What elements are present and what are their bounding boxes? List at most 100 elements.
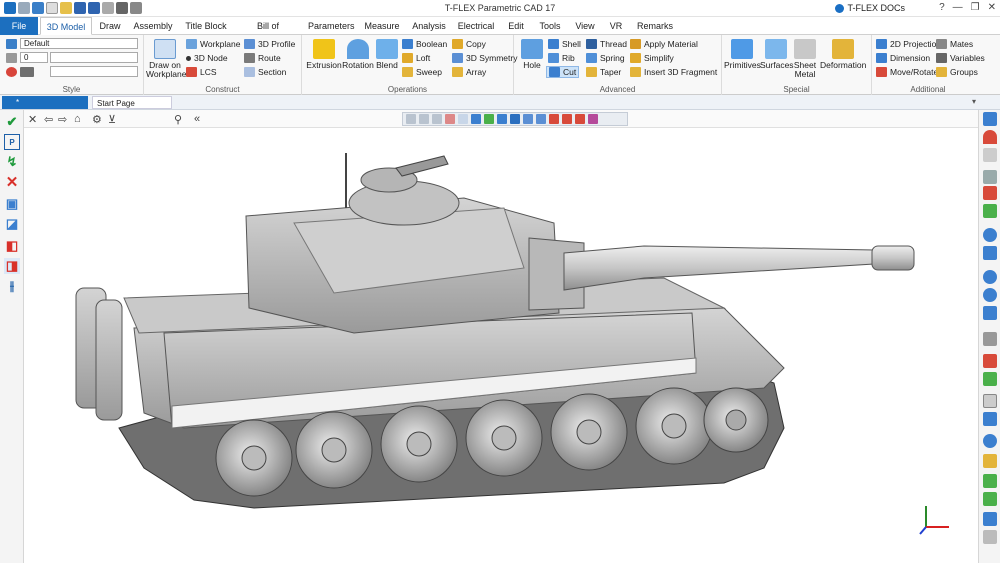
back-icon[interactable]: ⇦	[44, 113, 53, 126]
hole-button[interactable]: Hole	[518, 39, 546, 70]
filter-red2-icon[interactable]	[562, 114, 572, 124]
tab-view[interactable]: View	[574, 17, 596, 35]
3d-viewport[interactable]	[24, 128, 978, 563]
layer-select[interactable]: 0	[20, 52, 48, 63]
tab-measure[interactable]: Measure	[364, 17, 400, 35]
snap-icon[interactable]	[983, 186, 997, 200]
lcs-button[interactable]: LCS	[186, 67, 217, 77]
filter-check-icon[interactable]	[484, 114, 494, 124]
3d-profile-button[interactable]: 3D Profile	[244, 39, 295, 49]
thread-button[interactable]: Thread	[586, 39, 627, 49]
zoom-icon[interactable]	[983, 228, 997, 242]
style-select[interactable]: Default	[20, 38, 138, 49]
tab-bill-of-materials[interactable]: Bill of Materials	[238, 17, 298, 49]
grid-icon[interactable]	[983, 148, 997, 162]
extrusion-button[interactable]: Extrusion	[306, 39, 342, 70]
close-icon[interactable]: ✕	[28, 113, 37, 126]
maximize-button[interactable]: ❐	[971, 2, 980, 13]
level-select[interactable]	[50, 52, 138, 63]
3d-symmetry-button[interactable]: 3D Symmetry	[452, 53, 517, 63]
section-view-icon[interactable]	[983, 354, 997, 368]
spring-button[interactable]: Spring	[586, 53, 625, 63]
blend-button[interactable]: Blend	[374, 39, 400, 70]
tab-assembly[interactable]: Assembly	[132, 17, 174, 35]
zoom-in-icon[interactable]	[983, 288, 997, 302]
route-button[interactable]: Route	[244, 53, 281, 63]
draw-on-workplane-button[interactable]: Draw on Workplane	[146, 39, 186, 79]
select-profile-icon[interactable]: ▣	[4, 196, 20, 212]
filter-red1-icon[interactable]	[549, 114, 559, 124]
minimize-button[interactable]: —	[953, 2, 963, 13]
zoom-all-icon[interactable]	[983, 270, 997, 284]
array-button[interactable]: Array	[452, 67, 486, 77]
zoom-window-icon[interactable]	[983, 246, 997, 260]
filter-node-icon[interactable]	[406, 114, 416, 124]
priority-select[interactable]	[50, 66, 138, 77]
filter-body-icon[interactable]	[445, 114, 455, 124]
rotation-button[interactable]: Rotation	[342, 39, 374, 70]
mates-button[interactable]: Mates	[936, 39, 973, 49]
tab-title-block[interactable]: Title Block	[184, 17, 228, 35]
apply-icon[interactable]: ↯	[4, 154, 20, 170]
sweep-button[interactable]: Sweep	[402, 67, 442, 77]
visibility-icon[interactable]	[983, 372, 997, 386]
insert-3d-fragment-button[interactable]: Insert 3D Fragment	[630, 67, 717, 77]
simplify-button[interactable]: Simplify	[630, 53, 674, 63]
shell-button[interactable]: Shell	[548, 39, 581, 49]
magnet-icon[interactable]	[983, 130, 997, 144]
shaded-icon[interactable]	[983, 412, 997, 426]
deformation-button[interactable]: Deformation	[820, 39, 866, 70]
lights-icon[interactable]	[983, 474, 997, 488]
move-rotate-button[interactable]: Move/Rotate	[876, 67, 938, 77]
pan-icon[interactable]	[983, 306, 997, 320]
settings-icon[interactable]: ⚙	[92, 113, 102, 126]
wireframe-icon[interactable]	[983, 394, 997, 408]
tflex-docs-button[interactable]: T-FLEX DOCs	[835, 3, 905, 13]
tabs-dropdown-icon[interactable]: ▾	[972, 97, 976, 106]
cut-button[interactable]: Cut	[546, 66, 580, 78]
tab-vr[interactable]: VR	[608, 17, 624, 35]
filter-op-icon[interactable]	[497, 114, 507, 124]
variables-button[interactable]: Variables	[936, 53, 985, 63]
boolean-button[interactable]: Boolean	[402, 39, 447, 49]
color-swatch[interactable]	[20, 67, 34, 77]
tab-edit[interactable]: Edit	[506, 17, 526, 35]
layout-icon[interactable]	[983, 112, 997, 126]
tab-draw[interactable]: Draw	[96, 17, 124, 35]
document-tab-start-page[interactable]: Start Page	[92, 96, 172, 109]
loft-button[interactable]: Loft	[402, 53, 430, 63]
close-button[interactable]: ✕	[988, 2, 996, 13]
cut-depth-icon[interactable]: ◨	[4, 258, 20, 274]
filter-wire-icon[interactable]	[536, 114, 546, 124]
forward-icon[interactable]: ⇨	[58, 113, 67, 126]
tab-3d-model[interactable]: 3D Model	[40, 17, 92, 35]
primitives-button[interactable]: Primitives	[724, 39, 761, 70]
document-tab-active[interactable]: *	[2, 96, 88, 109]
surfaces-button[interactable]: Surfaces	[760, 39, 794, 70]
filter-icon[interactable]: ⊻	[108, 113, 116, 126]
filter-active-icon[interactable]	[471, 114, 481, 124]
parameters-icon[interactable]: P	[4, 134, 20, 150]
ok-check-icon[interactable]: ✔	[4, 114, 20, 130]
material-view-icon[interactable]	[983, 454, 997, 468]
tab-electrical[interactable]: Electrical	[456, 17, 496, 35]
groups-button[interactable]: Groups	[936, 67, 978, 77]
tab-tools[interactable]: Tools	[538, 17, 562, 35]
check-icon[interactable]	[983, 204, 997, 218]
text-icon[interactable]	[983, 530, 997, 544]
3d-node-button[interactable]: 3D Node	[186, 53, 228, 63]
apply-material-button[interactable]: Apply Material	[630, 39, 698, 49]
ruler-icon[interactable]	[983, 170, 997, 184]
dimension-button[interactable]: Dimension	[876, 53, 930, 63]
rib-button[interactable]: Rib	[548, 53, 575, 63]
tab-remarks[interactable]: Remarks	[636, 17, 674, 35]
filter-edge-icon[interactable]	[419, 114, 429, 124]
select-face-icon[interactable]: ◪	[4, 216, 20, 232]
orbit-icon[interactable]	[983, 332, 997, 346]
pin-icon[interactable]: ⚲	[174, 113, 182, 126]
cancel-icon[interactable]: ✕	[4, 174, 20, 191]
sphere-icon[interactable]	[983, 434, 997, 448]
tab-analysis[interactable]: Analysis	[412, 17, 446, 35]
collapse-icon[interactable]: «	[194, 113, 200, 125]
symmetric-icon[interactable]: ⫲	[4, 278, 20, 294]
